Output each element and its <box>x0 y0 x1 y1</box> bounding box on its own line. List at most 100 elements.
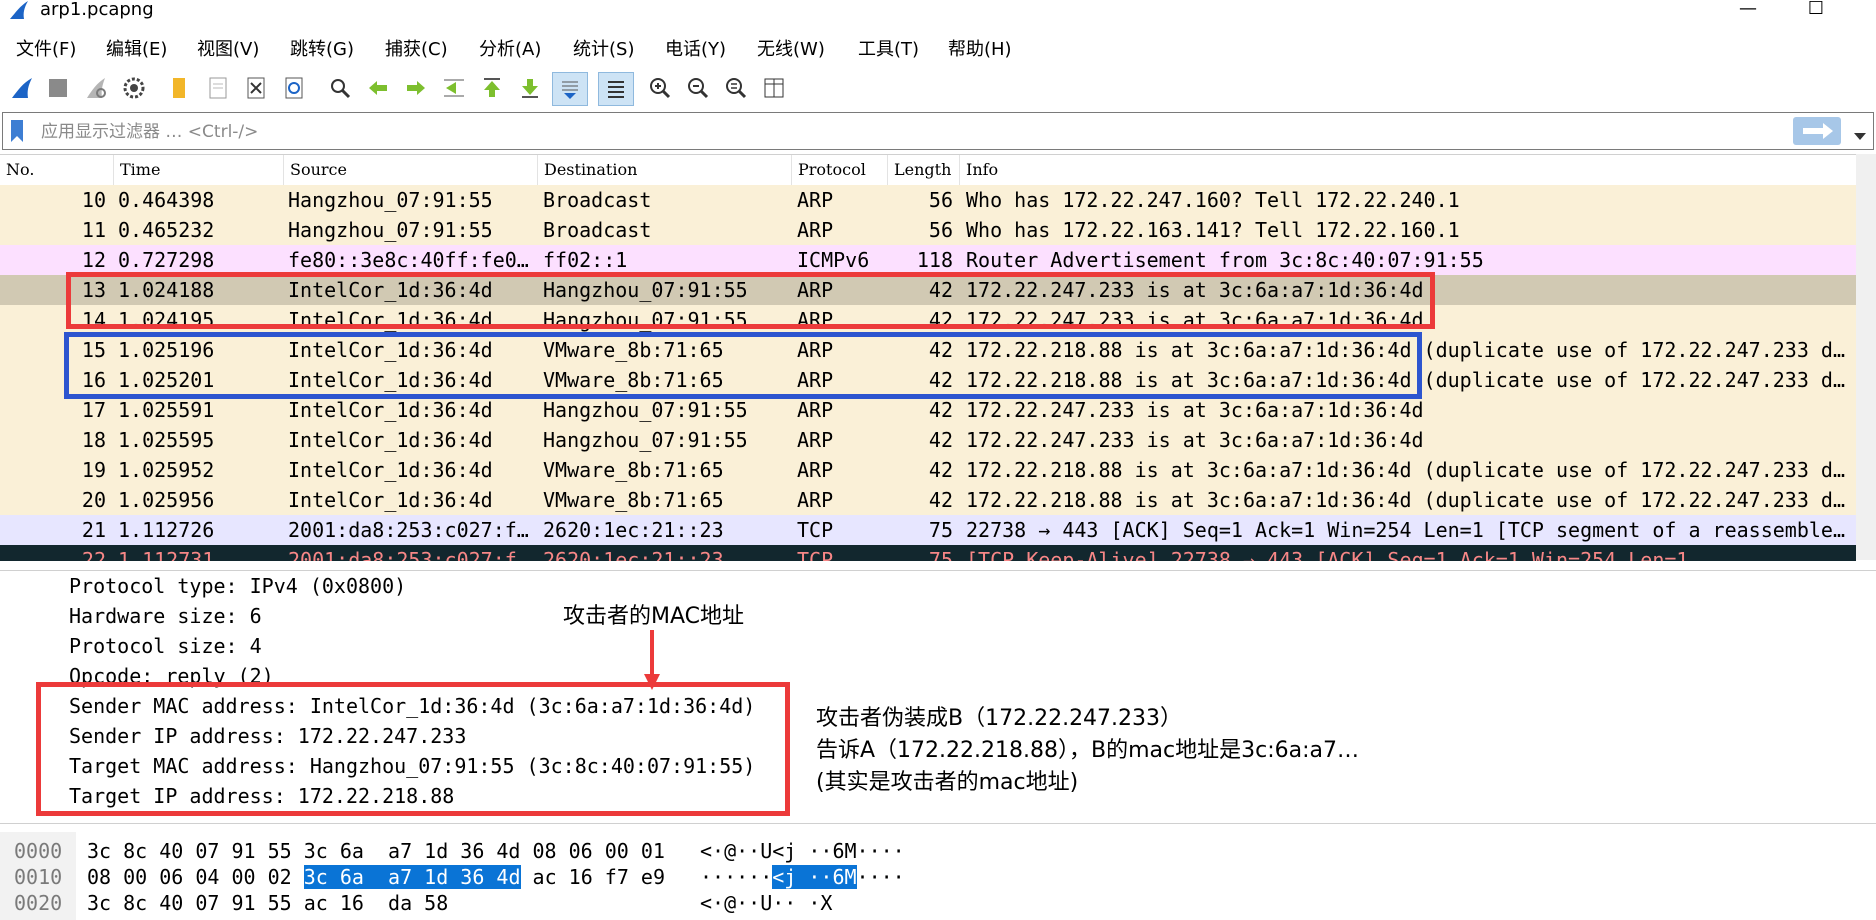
menu-edit[interactable]: 编辑(E) <box>106 36 167 64</box>
reload-icon[interactable] <box>280 74 308 102</box>
display-filter-input[interactable] <box>39 117 1783 147</box>
byte-hex: ac 16 f7 e9 <box>520 865 665 889</box>
packet-cell-no: 12 <box>81 248 106 272</box>
byte-ascii-selected: <j ··6M <box>772 865 857 889</box>
find-magnifier-icon[interactable] <box>326 74 354 102</box>
maximize-button[interactable]: ☐ <box>1796 0 1836 22</box>
byte-hex: 08 00 06 04 00 02 <box>87 865 304 889</box>
byte-offset: 0000 <box>14 839 63 863</box>
zoom-out-icon[interactable] <box>684 74 712 102</box>
go-to-packet-icon[interactable] <box>440 74 468 102</box>
packet-row[interactable]: 18 1.025595 IntelCor_1d:36:4d Hangzhou_07:9… <box>0 425 1856 455</box>
column-header-length[interactable]: Length <box>888 155 960 185</box>
byte-hex-selected: 3c 6a a7 1d 36 4d <box>303 865 521 889</box>
menu-go[interactable]: 跳转(G) <box>290 36 354 64</box>
byte-offset: 0020 <box>14 891 63 915</box>
packet-row[interactable]: 12 0.727298 fe80::3e8c:40ff:fe0… ff02::1 ICM… <box>0 245 1856 275</box>
menu-statistics[interactable]: 统计(S) <box>573 36 634 64</box>
apply-filter-arrow-icon[interactable] <box>1793 117 1841 145</box>
detail-hardware-size[interactable]: Hardware size: 6 <box>69 601 262 631</box>
menu-wireless[interactable]: 无线(W) <box>757 36 825 64</box>
menu-view[interactable]: 视图(V) <box>197 36 259 64</box>
first-packet-icon[interactable] <box>478 74 506 102</box>
packet-row[interactable]: 19 1.025952 IntelCor_1d:36:4d VMware_8b:71:… <box>0 455 1856 485</box>
shark-fin-start-icon[interactable] <box>8 74 36 102</box>
column-header-protocol[interactable]: Protocol <box>792 155 888 185</box>
packet-row[interactable]: 20 1.025956 IntelCor_1d:36:4d VMware_8b:71:… <box>0 485 1856 515</box>
packet-cell-info: [TCP Keep-Alive] 22738 → 443 [ACK] Seq=1… <box>966 548 1689 561</box>
packet-row[interactable]: 11 0.465232 Hangzhou_07:91:55 Broadcast ARP 5… <box>0 215 1856 245</box>
column-header-destination[interactable]: Destination <box>538 155 792 185</box>
byte-hex: 3c 8c 40 07 91 55 3c 6a a7 1d 36 4d 08 0… <box>87 839 665 863</box>
options-gear-icon[interactable] <box>120 74 148 102</box>
filter-dropdown-chevron-icon[interactable] <box>1853 127 1867 146</box>
highlight-box-arp-addresses <box>36 682 790 816</box>
last-packet-icon[interactable] <box>516 74 544 102</box>
column-header-no[interactable]: No. <box>0 155 114 185</box>
menu-capture[interactable]: 捕获(C) <box>385 36 448 64</box>
packet-cell-no: 22 <box>81 548 106 561</box>
packet-row[interactable]: 21 1.112726 2001:da8:253:c027:f… 2620:1ec:2… <box>0 515 1856 545</box>
packet-cell-time: 1.025595 <box>118 428 215 452</box>
autoscroll-icon[interactable] <box>552 72 588 106</box>
zoom-reset-icon[interactable] <box>722 74 750 102</box>
close-file-icon[interactable] <box>242 74 270 102</box>
restart-icon[interactable] <box>82 74 110 102</box>
packet-cell-dst: VMware_8b:71:65 <box>543 458 724 482</box>
packet-cell-src: Hangzhou_07:91:55 <box>288 188 493 212</box>
packet-cell-time: 0.465232 <box>118 218 215 242</box>
packet-cell-proto: ARP <box>797 218 834 242</box>
colorize-icon[interactable] <box>598 72 634 106</box>
zoom-in-icon[interactable] <box>646 74 674 102</box>
menu-telephony[interactable]: 电话(Y) <box>665 36 726 64</box>
packet-cell-len: 56 <box>928 188 953 212</box>
menu-help[interactable]: 帮助(H) <box>948 36 1012 64</box>
packet-row[interactable]: 17 1.025591 IntelCor_1d:36:4d Hangzhou_07:9… <box>0 395 1856 425</box>
byte-hex-line[interactable]: 08 00 06 04 00 02 3c 6a a7 1d 36 4d ac 1… <box>87 864 665 890</box>
explanation-line-3: (其实是攻击者的mac地址) <box>816 770 1079 795</box>
go-back-icon[interactable] <box>364 74 392 102</box>
wireshark-fin-icon <box>10 1 28 19</box>
packet-cell-info: 172.22.247.233 is at 3c:6a:a7:1d:36:4d <box>966 428 1424 452</box>
packet-cell-len: 75 <box>928 548 953 561</box>
byte-ascii-line[interactable]: ······<j ··6M···· <box>700 864 905 890</box>
packet-cell-len: 118 <box>916 248 953 272</box>
packet-cell-no: 11 <box>81 218 106 242</box>
byte-ascii: ···· <box>856 865 905 889</box>
packet-row[interactable]: 22 1.112731 2001:da8:253:c027:f… 2620:1ec:2… <box>0 545 1856 561</box>
menu-tools[interactable]: 工具(T) <box>858 36 919 64</box>
packet-cell-len: 42 <box>928 428 953 452</box>
packet-cell-no: 21 <box>81 518 106 542</box>
byte-ascii-line[interactable]: <·@··U<j ··6M···· <box>700 838 905 864</box>
packet-cell-no: 10 <box>81 188 106 212</box>
packet-cell-len: 75 <box>928 518 953 542</box>
column-header-time[interactable]: Time <box>114 155 284 185</box>
byte-hex-line[interactable]: 3c 8c 40 07 91 55 3c 6a a7 1d 36 4d 08 0… <box>87 838 665 864</box>
packet-list-scrollbar[interactable] <box>1856 154 1876 560</box>
minimize-button[interactable]: — <box>1728 0 1768 22</box>
packet-cell-src: 2001:da8:253:c027:f… <box>288 548 529 561</box>
packet-cell-time: 0.727298 <box>118 248 215 272</box>
open-folder-icon[interactable] <box>166 74 194 102</box>
detail-protocol-size[interactable]: Protocol size: 4 <box>69 631 262 661</box>
packet-row[interactable]: 10 0.464398 Hangzhou_07:91:55 Broadcast ARP 5… <box>0 185 1856 215</box>
column-header-source[interactable]: Source <box>284 155 538 185</box>
file-icon[interactable] <box>204 74 232 102</box>
highlight-box-replies-to-vmware <box>64 332 1422 399</box>
bookmark-icon[interactable] <box>9 119 25 143</box>
byte-ascii-line[interactable]: <·@··U·· ·X <box>700 890 832 916</box>
menu-bar: 文件(F) 编辑(E) 视图(V) 跳转(G) 捕获(C) 分析(A) 统计(S… <box>0 36 1876 64</box>
menu-analyze[interactable]: 分析(A) <box>479 36 541 64</box>
byte-hex-line[interactable]: 3c 8c 40 07 91 55 ac 16 da 58 <box>87 890 448 916</box>
go-forward-icon[interactable] <box>402 74 430 102</box>
packet-cell-time: 1.025952 <box>118 458 215 482</box>
detail-protocol-type[interactable]: Protocol type: IPv4 (0x0800) <box>69 571 406 601</box>
annotation-arrow-down-icon <box>644 630 660 690</box>
resize-columns-icon[interactable] <box>760 74 788 102</box>
menu-file[interactable]: 文件(F) <box>16 36 76 64</box>
stop-icon[interactable] <box>44 74 72 102</box>
column-header-info[interactable]: Info <box>960 155 1856 185</box>
packet-cell-dst: 2620:1ec:21::23 <box>543 548 724 561</box>
packet-cell-len: 42 <box>928 488 953 512</box>
byte-hex: 3c 8c 40 07 91 55 ac 16 da 58 <box>87 891 449 915</box>
